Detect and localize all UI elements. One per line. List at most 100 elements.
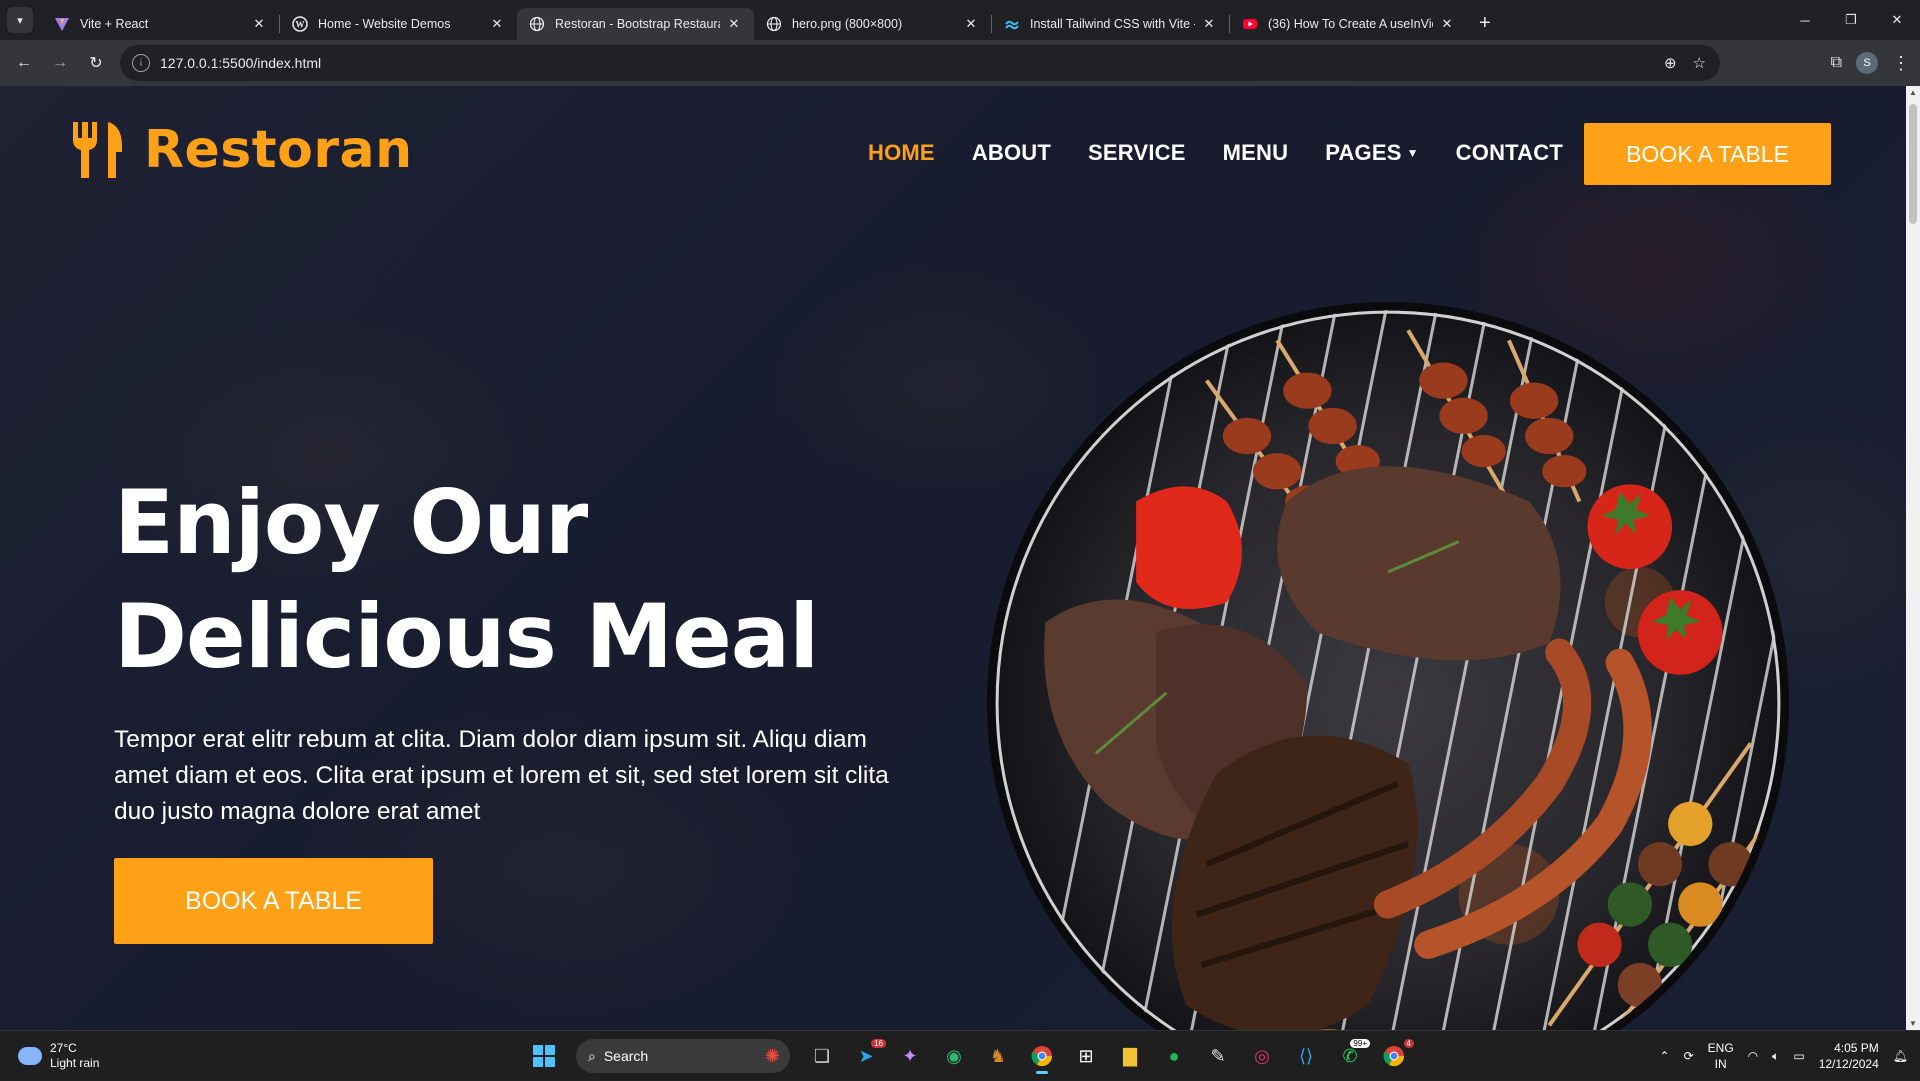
profile-avatar[interactable]: S [1856, 52, 1878, 74]
close-tab-icon[interactable]: ✕ [963, 16, 979, 32]
tab-title: Home - Website Demos [318, 17, 451, 31]
whatsapp-icon[interactable]: ✆ 99+ [1332, 1038, 1370, 1074]
bbq-grill-image [987, 302, 1789, 1030]
microsoft-store-icon[interactable]: ⊞ [1068, 1038, 1104, 1074]
telegram-icon[interactable]: ➤ 16 [848, 1038, 886, 1074]
weather-text: 27°C Light rain [50, 1041, 99, 1071]
photo-editor-icon[interactable]: ✎ [1200, 1038, 1236, 1074]
language-indicator[interactable]: ENG IN [1708, 1040, 1734, 1072]
browser-tab[interactable]: (36) How To Create A useInView ✕ [1230, 8, 1467, 40]
game-icon[interactable]: ♞ [980, 1038, 1016, 1074]
weather-widget[interactable]: 27°C Light rain [18, 1041, 99, 1071]
close-tab-icon[interactable]: ✕ [489, 16, 505, 32]
close-tab-icon[interactable]: ✕ [726, 16, 742, 32]
zoom-icon[interactable]: ⊕ [1664, 54, 1677, 72]
browser-tabstrip: ▾ Vite + React ✕ W Home - Website Demos … [0, 0, 1920, 40]
search-label: Search [603, 1048, 649, 1064]
new-tab-icon[interactable]: + [1479, 12, 1491, 35]
nav-book-table-button[interactable]: BOOK A TABLE [1584, 123, 1831, 185]
chrome-profile-icon[interactable]: 4 [1376, 1038, 1414, 1074]
wordpress-icon: W [292, 16, 308, 32]
hero-description: Tempor erat elitr rebum at clita. Diam d… [114, 726, 889, 825]
menu-item-home[interactable]: HOME [868, 140, 935, 166]
weather-temp: 27°C [50, 1041, 77, 1055]
menu-item-pages[interactable]: PAGES ▼ [1325, 140, 1418, 166]
system-tray: ⌃ ⟳ ENG IN ◠ 🔈︎ ▭ 4:05 PM 12/12/2024 🔔︎ [1660, 1031, 1920, 1081]
search-icon: ⌕ [588, 1047, 596, 1064]
taskbar-search[interactable]: ⌕ Search ✺ [576, 1039, 790, 1073]
back-icon[interactable]: ← [6, 45, 42, 81]
sync-icon[interactable]: ⟳ [1684, 1049, 1694, 1063]
site-brand[interactable]: Restoran [70, 120, 413, 180]
menu-item-about[interactable]: ABOUT [972, 140, 1051, 166]
spotify-icon[interactable]: ● [1156, 1038, 1192, 1074]
browser-tab-active[interactable]: Restoran - Bootstrap Restaurant ✕ [517, 8, 754, 40]
close-tab-icon[interactable]: ✕ [1201, 16, 1217, 32]
browser-tab[interactable]: Vite + React ✕ [42, 8, 279, 40]
menu-item-contact[interactable]: CONTACT [1456, 140, 1563, 166]
minimize-icon[interactable]: ─ [1782, 0, 1828, 40]
globe-icon [766, 16, 782, 32]
address-bar[interactable]: i 127.0.0.1:5500/index.html ⊕ ☆ [120, 45, 1720, 81]
clock-time: 4:05 PM [1834, 1041, 1879, 1055]
copilot-icon[interactable]: ✦ [892, 1038, 928, 1074]
menu-item-menu[interactable]: MENU [1223, 140, 1289, 166]
notification-bell-icon[interactable]: 🔔︎ [1893, 1049, 1908, 1063]
vscode-icon[interactable]: ⟨⟩ [1288, 1038, 1324, 1074]
windows-start-icon[interactable] [526, 1038, 562, 1074]
volume-icon[interactable]: 🔈︎ [1772, 1049, 1779, 1064]
close-window-icon[interactable]: ✕ [1874, 0, 1920, 40]
restore-icon[interactable]: ❐ [1828, 0, 1874, 40]
toolbar-right: ⧉ S ⋮ [1831, 40, 1920, 86]
clock[interactable]: 4:05 PM 12/12/2024 [1819, 1040, 1879, 1072]
instagram-icon[interactable]: ◎ [1244, 1038, 1280, 1074]
scroll-down-icon[interactable]: ▼ [1906, 1019, 1920, 1028]
tab-title: Vite + React [80, 17, 149, 31]
task-view-icon[interactable]: ❏ [804, 1038, 840, 1074]
wifi-icon[interactable]: ◠ [1748, 1049, 1758, 1063]
forward-icon[interactable]: → [42, 45, 78, 81]
telegram-badge: 16 [871, 1039, 886, 1048]
show-hidden-icons-icon[interactable]: ⌃ [1660, 1049, 1670, 1063]
close-tab-icon[interactable]: ✕ [1439, 16, 1455, 32]
bookmark-star-icon[interactable]: ☆ [1693, 54, 1706, 72]
url-text: 127.0.0.1:5500/index.html [160, 55, 322, 71]
chrome-badge: 4 [1403, 1039, 1414, 1048]
vite-icon [54, 16, 70, 32]
utensils-icon [73, 122, 122, 178]
hero-book-table-button[interactable]: BOOK A TABLE [114, 858, 433, 944]
windows-taskbar: 27°C Light rain ⌕ Search ✺ ❏ ➤ 16 ✦ ◉ ♞ ⊞… [0, 1030, 1920, 1080]
scrollbar-thumb[interactable] [1909, 104, 1917, 224]
taskbar-apps: ⌕ Search ✺ ❏ ➤ 16 ✦ ◉ ♞ ⊞ ▇ ● ✎ ◎ ⟨⟩ ✆ 99+… [526, 1038, 1414, 1074]
weather-cloud-icon [18, 1047, 42, 1065]
browser-menu-icon[interactable]: ⋮ [1892, 53, 1910, 74]
browser-tab[interactable]: Install Tailwind CSS with Vite - T ✕ [992, 8, 1229, 40]
site-info-icon[interactable]: i [132, 54, 150, 72]
browser-tab[interactable]: hero.png (800×800) ✕ [754, 8, 991, 40]
chrome-icon[interactable] [1024, 1038, 1060, 1074]
menu-item-pages-label: PAGES [1325, 140, 1402, 165]
tab-search-button[interactable]: ▾ [7, 7, 33, 33]
edge-icon[interactable]: ◉ [936, 1038, 972, 1074]
hero-text: Enjoy Our Delicious Meal Tempor erat eli… [114, 466, 894, 830]
tab-title: Restoran - Bootstrap Restaurant [555, 17, 720, 31]
extensions-icon[interactable]: ⧉ [1831, 54, 1842, 72]
scroll-up-icon[interactable]: ▲ [1906, 88, 1920, 97]
caret-down-icon: ▼ [1406, 146, 1419, 160]
weather-desc: Light rain [50, 1056, 100, 1070]
battery-icon[interactable]: ▭ [1793, 1049, 1804, 1063]
clock-date: 12/12/2024 [1818, 1057, 1879, 1071]
page-scrollbar[interactable]: ▲ ▼ [1906, 86, 1920, 1030]
omnibox-actions: ⊕ ☆ [1664, 54, 1706, 72]
browser-toolbar: ← → ↻ i 127.0.0.1:5500/index.html ⊕ ☆ ⧉ … [0, 40, 1920, 86]
windows-logo [533, 1045, 555, 1067]
close-tab-icon[interactable]: ✕ [251, 16, 267, 32]
menu-item-service[interactable]: SERVICE [1088, 140, 1186, 166]
file-explorer-icon[interactable]: ▇ [1112, 1038, 1148, 1074]
browser-tab[interactable]: W Home - Website Demos ✕ [280, 8, 517, 40]
language-line-1: ENG [1707, 1041, 1734, 1055]
reload-icon[interactable]: ↻ [78, 45, 114, 81]
main-menu: HOME ABOUT SERVICE MENU PAGES ▼ CONTACT [868, 140, 1600, 166]
hero-title: Enjoy Our Delicious Meal [114, 466, 894, 694]
tab-title: (36) How To Create A useInView [1268, 17, 1433, 31]
